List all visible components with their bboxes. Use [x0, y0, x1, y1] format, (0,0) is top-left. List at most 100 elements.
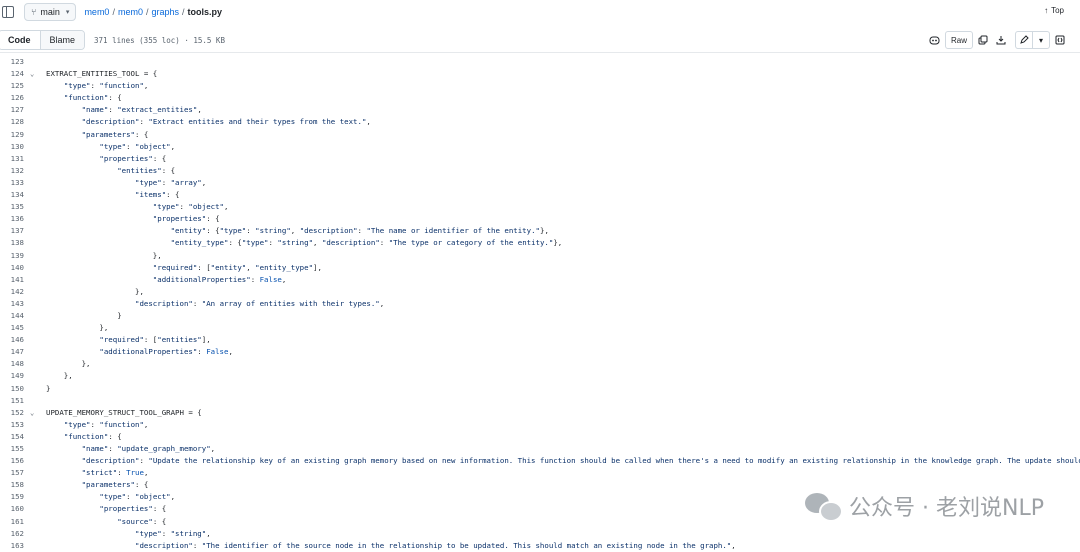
line-number[interactable]: 155	[10, 443, 24, 455]
code-text: "entities": {	[117, 165, 176, 175]
line-number[interactable]: 147	[10, 346, 24, 358]
code-line: 127 "name": "extract_entities",	[0, 104, 1080, 116]
line-number[interactable]: 146	[10, 334, 24, 346]
line-number[interactable]: 150	[10, 383, 24, 395]
chevron-down-icon[interactable]: ▾	[1032, 32, 1049, 48]
code-line: 142 },	[0, 286, 1080, 298]
breadcrumb-separator: /	[112, 7, 115, 17]
code-text: "description": "Update the relationship …	[81, 456, 1080, 466]
breadcrumb-folder[interactable]: graphs	[152, 7, 180, 17]
code-line: 133 "type": "array",	[0, 177, 1080, 189]
code-text: EXTRACT_ENTITIES_TOOL = {	[46, 69, 158, 79]
breadcrumb: mem0 / mem0 / graphs / tools.py	[84, 7, 222, 17]
line-number[interactable]: 125	[10, 80, 24, 92]
line-number[interactable]: 131	[10, 153, 24, 165]
code-line: 138 "entity_type": {"type": "string", "d…	[0, 237, 1080, 249]
line-number[interactable]: 137	[10, 225, 24, 237]
line-number[interactable]: 126	[10, 92, 24, 104]
code-line: 162 "type": "string",	[0, 528, 1080, 540]
code-line: 143 "description": "An array of entities…	[0, 298, 1080, 310]
line-number[interactable]: 142	[10, 286, 24, 298]
code-text: "properties": {	[99, 504, 167, 514]
code-text: "type": "array",	[135, 177, 207, 187]
raw-button[interactable]: Raw	[944, 31, 973, 49]
download-icon[interactable]	[993, 32, 1009, 48]
line-number[interactable]: 159	[10, 491, 24, 503]
file-header: ⑂ main ▾ mem0 / mem0 / graphs / tools.py…	[0, 0, 1080, 24]
line-number[interactable]: 153	[10, 419, 24, 431]
side-panel-icon[interactable]	[2, 6, 14, 18]
line-number[interactable]: 149	[10, 370, 24, 382]
file-toolbar: Code Blame 371 lines (355 loc) · 15.5 KB…	[0, 28, 1080, 53]
line-number[interactable]: 134	[10, 189, 24, 201]
line-number[interactable]: 129	[10, 129, 24, 141]
pencil-icon[interactable]	[1016, 32, 1032, 48]
code-line: 134 "items": {	[0, 189, 1080, 201]
line-number[interactable]: 158	[10, 479, 24, 491]
line-number[interactable]: 144	[10, 310, 24, 322]
line-number[interactable]: 161	[10, 516, 24, 528]
code-text: },	[46, 323, 109, 333]
copy-icon[interactable]	[975, 32, 991, 48]
code-text: "required": ["entities"],	[99, 335, 211, 345]
code-text: "entity": {"type": "string", "descriptio…	[170, 226, 549, 236]
line-number[interactable]: 133	[10, 177, 24, 189]
line-number[interactable]: 156	[10, 455, 24, 467]
code-line: 163 "description": "The identifier of th…	[0, 540, 1080, 552]
code-line: 130 "type": "object",	[0, 141, 1080, 153]
code-line: 128 "description": "Extract entities and…	[0, 116, 1080, 128]
breadcrumb-package[interactable]: mem0	[118, 7, 143, 17]
code-text: },	[46, 359, 91, 369]
code-line: 137 "entity": {"type": "string", "descri…	[0, 225, 1080, 237]
code-text: "type": "function",	[63, 419, 149, 429]
code-text: "source": {	[117, 516, 167, 526]
code-line: 125 "type": "function",	[0, 80, 1080, 92]
code-line: 136 "properties": {	[0, 213, 1080, 225]
code-text: "name": "extract_entities",	[81, 105, 202, 115]
line-number[interactable]: 140	[10, 262, 24, 274]
code-line: 157 "strict": True,	[0, 467, 1080, 479]
line-number[interactable]: 127	[10, 104, 24, 116]
branch-selector[interactable]: ⑂ main ▾	[24, 3, 77, 21]
code-line: 123	[0, 56, 1080, 68]
fold-chevron-icon[interactable]: ⌄	[30, 68, 34, 80]
line-number[interactable]: 145	[10, 322, 24, 334]
line-number[interactable]: 152	[10, 407, 24, 419]
line-number[interactable]: 123	[10, 56, 24, 68]
line-number[interactable]: 143	[10, 298, 24, 310]
line-number[interactable]: 141	[10, 274, 24, 286]
line-number[interactable]: 148	[10, 358, 24, 370]
line-number[interactable]: 163	[10, 540, 24, 552]
symbols-panel-icon[interactable]	[1052, 32, 1068, 48]
line-number[interactable]: 151	[10, 395, 24, 407]
top-button[interactable]: ↑ Top	[1044, 6, 1064, 15]
line-number[interactable]: 139	[10, 250, 24, 262]
code-text: "properties": {	[99, 153, 167, 163]
line-number[interactable]: 162	[10, 528, 24, 540]
code-text: "function": {	[63, 431, 122, 441]
tab-blame[interactable]: Blame	[40, 31, 85, 49]
code-text: "additionalProperties": False,	[152, 274, 287, 284]
code-line: 152 ⌄ UPDATE_MEMORY_STRUCT_TOOL_GRAPH = {	[0, 407, 1080, 419]
code-line: 147 "additionalProperties": False,	[0, 346, 1080, 358]
copilot-icon[interactable]	[927, 32, 943, 48]
line-number[interactable]: 132	[10, 165, 24, 177]
fold-chevron-icon[interactable]: ⌄	[30, 407, 34, 419]
code-line: 151	[0, 395, 1080, 407]
line-number[interactable]: 124	[10, 68, 24, 80]
code-text: },	[46, 286, 144, 296]
line-number[interactable]: 130	[10, 141, 24, 153]
line-number[interactable]: 135	[10, 201, 24, 213]
code-viewer[interactable]: 123 124 ⌄ EXTRACT_ENTITIES_TOOL = {125 "typ…	[0, 56, 1080, 552]
branch-name: main	[40, 7, 60, 17]
code-text: "description": "The identifier of the so…	[135, 540, 736, 550]
breadcrumb-repo-owner[interactable]: mem0	[84, 7, 109, 17]
line-number[interactable]: 154	[10, 431, 24, 443]
code-line: 139 },	[0, 250, 1080, 262]
line-number[interactable]: 138	[10, 237, 24, 249]
line-number[interactable]: 157	[10, 467, 24, 479]
line-number[interactable]: 136	[10, 213, 24, 225]
line-number[interactable]: 160	[10, 503, 24, 515]
tab-code[interactable]: Code	[0, 31, 41, 49]
line-number[interactable]: 128	[10, 116, 24, 128]
